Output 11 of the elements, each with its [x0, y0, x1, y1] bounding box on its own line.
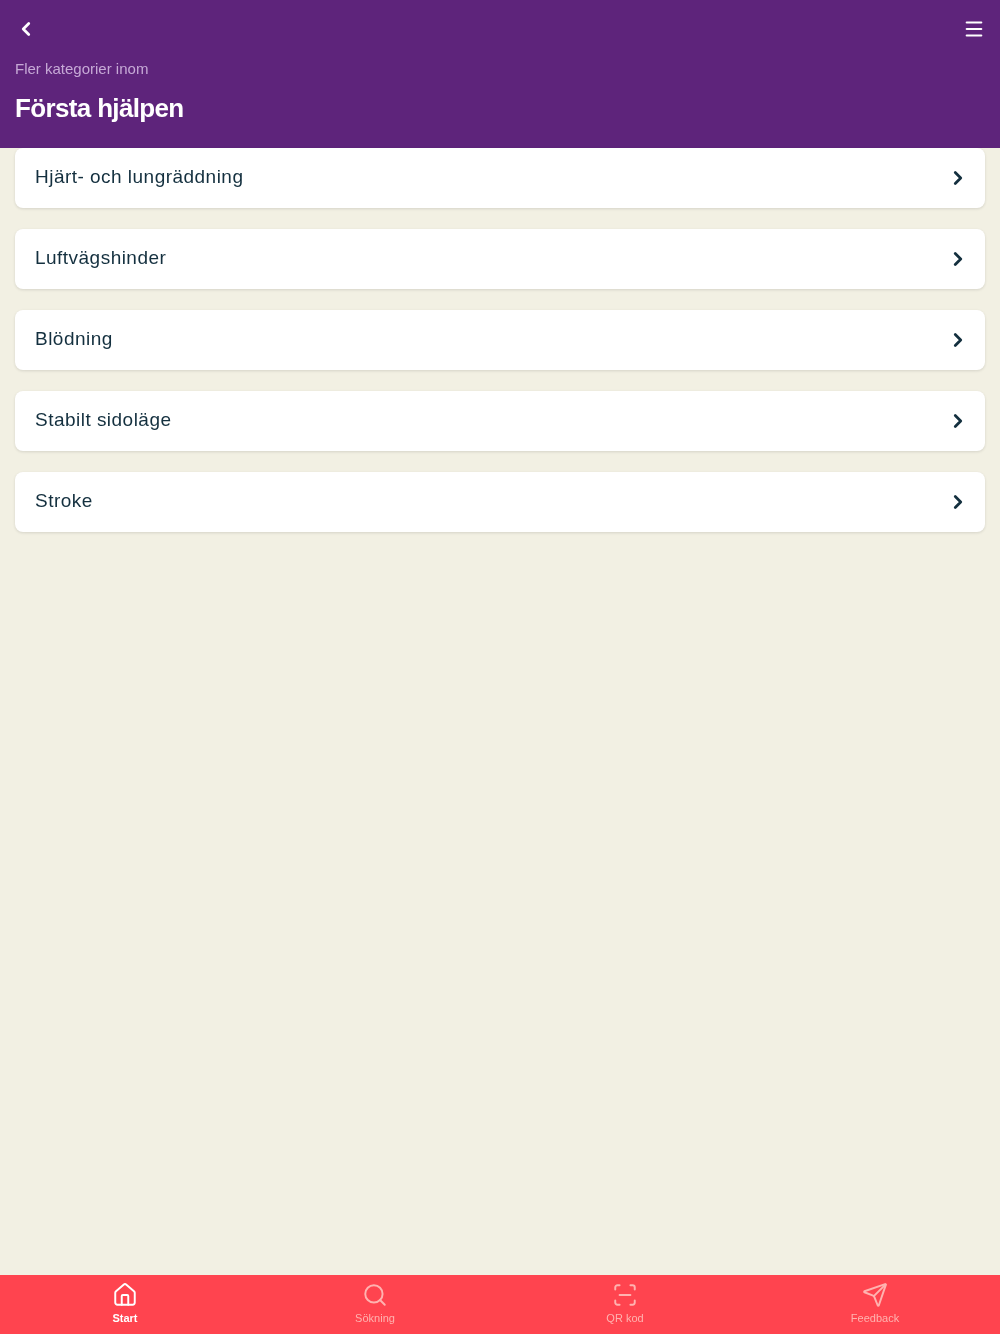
scan-icon — [612, 1282, 638, 1309]
home-icon — [112, 1282, 138, 1309]
paper-plane-icon — [862, 1282, 888, 1309]
category-item[interactable]: Hjärt- och lungräddning — [15, 147, 985, 208]
search-icon — [362, 1282, 388, 1309]
category-item[interactable]: Stabilt sidoläge — [15, 390, 985, 451]
category-item[interactable]: Blödning — [15, 309, 985, 370]
category-item[interactable]: Stroke — [15, 471, 985, 532]
header-subtitle: Fler kategorier inom — [15, 59, 150, 79]
page-title: Första hjälpen — [15, 91, 185, 125]
category-item[interactable]: Luftvägshinder — [15, 228, 985, 289]
